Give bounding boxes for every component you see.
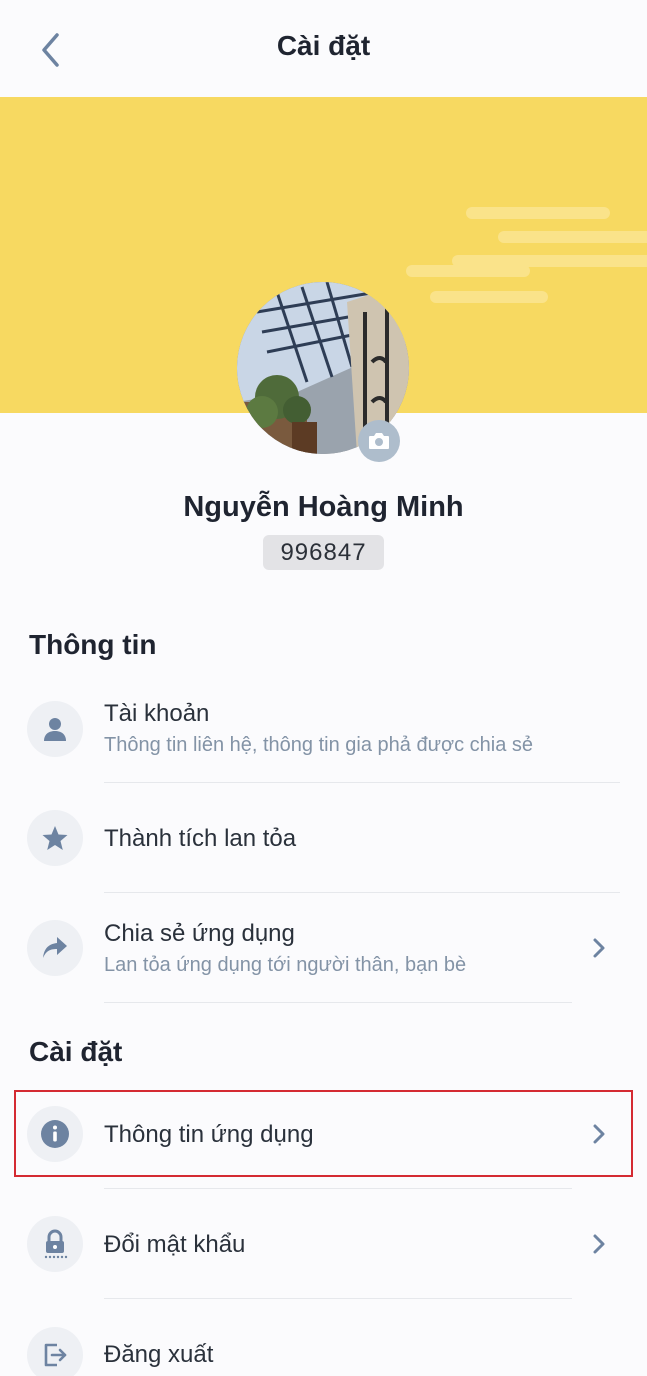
menu-item-achievements[interactable]: Thành tích lan tỏa <box>0 783 647 893</box>
share-title: Chia sẻ ứng dụng <box>104 920 295 947</box>
menu-item-logout[interactable]: Đăng xuất <box>0 1299 647 1376</box>
share-arrow-icon <box>27 920 83 976</box>
change-password-title: Đổi mật khẩu <box>104 1231 246 1258</box>
chevron-right-icon <box>588 1120 610 1148</box>
logout-icon <box>27 1327 83 1376</box>
section-title-info: Thông tin <box>29 629 157 660</box>
lock-icon <box>27 1216 83 1272</box>
account-subtitle: Thông tin liên hệ, thông tin gia phả đượ… <box>104 734 534 756</box>
chevron-right-icon <box>588 934 610 962</box>
divider <box>104 1002 572 1003</box>
user-name: Nguyễn Hoàng Minh <box>183 491 464 523</box>
menu-item-app-info[interactable]: Thông tin ứng dụng <box>0 1079 647 1189</box>
menu-item-change-password[interactable]: Đổi mật khẩu <box>0 1189 647 1299</box>
info-icon <box>27 1106 83 1162</box>
share-subtitle: Lan tỏa ứng dụng tới người thân, bạn bè <box>104 954 467 976</box>
logout-title: Đăng xuất <box>104 1341 214 1368</box>
camera-icon <box>369 433 389 449</box>
achievements-title: Thành tích lan tỏa <box>104 825 297 852</box>
section-title-settings: Cài đặt <box>29 1036 123 1067</box>
app-info-title: Thông tin ứng dụng <box>104 1121 314 1148</box>
menu-item-account[interactable]: Tài khoản Thông tin liên hệ, thông tin g… <box>0 673 647 783</box>
user-id-badge: 996847 <box>263 535 384 570</box>
page-title: Cài đặt <box>276 30 371 61</box>
account-title: Tài khoản <box>104 700 210 727</box>
change-avatar-button[interactable] <box>358 420 400 462</box>
chevron-right-icon <box>588 1230 610 1258</box>
top-bar: Cài đặt <box>0 0 647 97</box>
star-icon <box>27 810 83 866</box>
user-icon <box>27 701 83 757</box>
menu-item-share[interactable]: Chia sẻ ứng dụng Lan tỏa ứng dụng tới ng… <box>0 893 647 1003</box>
